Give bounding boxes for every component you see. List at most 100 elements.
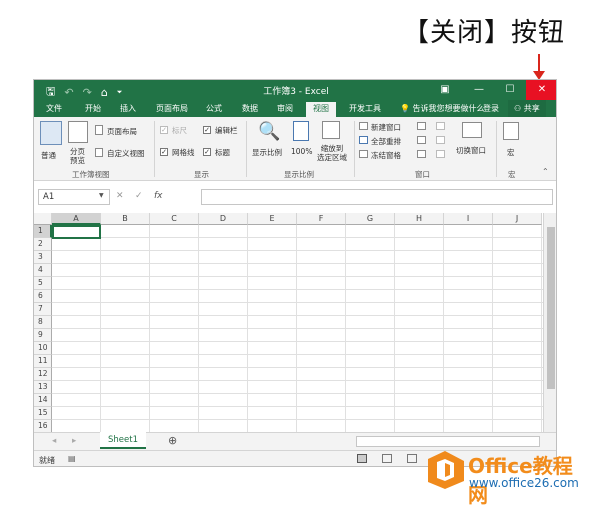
tab-file[interactable]: 文件	[46, 103, 62, 114]
ruler-checkbox[interactable]: ✓	[160, 126, 168, 134]
close-button-callout: 【关闭】按钮	[403, 18, 566, 48]
maximize-button[interactable]: ☐	[495, 80, 525, 100]
grid-row-line	[52, 341, 543, 342]
arrange-icon	[359, 136, 368, 144]
share-button[interactable]: ⚇ 共享	[508, 100, 546, 117]
minimize-button[interactable]: —	[464, 80, 494, 100]
column-header-f[interactable]: F	[297, 213, 346, 225]
group-separator	[496, 121, 497, 177]
page-break-status-icon[interactable]	[407, 454, 417, 463]
column-header-c[interactable]: C	[150, 213, 199, 225]
freeze-icon	[359, 150, 368, 158]
sign-in-link[interactable]: 登录	[483, 103, 499, 114]
magnifier-icon: 🔍	[258, 121, 281, 142]
tab-review[interactable]: 审阅	[277, 103, 293, 114]
row-header-14[interactable]: 14	[34, 394, 52, 407]
row-header-7[interactable]: 7	[34, 303, 52, 316]
select-all-corner[interactable]	[34, 213, 52, 225]
grid-row-line	[52, 406, 543, 407]
row-header-5[interactable]: 5	[34, 277, 52, 290]
worksheet-grid[interactable]: A B C D E F G H I J 1 2 3 4 5 6 7 8 9 10 11 12 13 14 15 16	[34, 213, 543, 433]
headings-checkbox[interactable]: ✓	[203, 148, 211, 156]
column-header-a[interactable]: A	[52, 213, 101, 225]
sync-scroll-icon[interactable]	[436, 136, 445, 144]
macro-record-icon[interactable]: ▤	[68, 454, 76, 463]
grid-row-line	[52, 354, 543, 355]
grid-row-line	[52, 380, 543, 381]
normal-view-status-icon[interactable]	[357, 454, 367, 463]
grid-row-line	[52, 419, 543, 420]
formula-bar-label: 编辑栏	[215, 126, 238, 135]
tab-insert[interactable]: 插入	[120, 103, 136, 114]
collapse-ribbon-icon[interactable]: ⌃	[542, 167, 549, 176]
row-header-6[interactable]: 6	[34, 290, 52, 303]
vertical-scrollbar[interactable]	[543, 213, 556, 432]
chevron-down-icon[interactable]: ▼	[99, 192, 104, 199]
row-header-12[interactable]: 12	[34, 368, 52, 381]
prev-sheet-icon[interactable]: ◂	[52, 436, 56, 446]
column-header-h[interactable]: H	[395, 213, 444, 225]
tell-me-search[interactable]: 💡 告诉我您想要做什么	[400, 103, 485, 114]
row-header-10[interactable]: 10	[34, 342, 52, 355]
cancel-icon[interactable]: ✕	[116, 191, 124, 201]
column-header-i[interactable]: I	[444, 213, 493, 225]
grid-row-line	[52, 289, 543, 290]
formula-bar: A1 ▼ ✕ ✓ fx	[34, 186, 556, 208]
row-header-3[interactable]: 3	[34, 251, 52, 264]
hide-icon[interactable]	[417, 136, 426, 144]
formula-bar-checkbox[interactable]: ✓	[203, 126, 211, 134]
tab-data[interactable]: 数据	[242, 103, 258, 114]
group-label-zoom: 显示比例	[284, 170, 314, 179]
row-header-1[interactable]: 1	[34, 225, 52, 238]
close-button[interactable]: ✕	[526, 80, 556, 100]
grid-row-line	[52, 393, 543, 394]
reset-position-icon[interactable]	[436, 150, 445, 158]
unhide-icon[interactable]	[417, 150, 426, 158]
group-label-show: 显示	[194, 170, 209, 179]
row-header-4[interactable]: 4	[34, 264, 52, 277]
ruler-label: 标尺	[172, 126, 187, 135]
column-header-j[interactable]: J	[493, 213, 542, 225]
ribbon-view: 普通 分页 预览 页面布局 自定义视图 工作簿视图 ✓ 标尺 ✓ 编辑栏 ✓ 网…	[34, 117, 556, 181]
column-header-e[interactable]: E	[248, 213, 297, 225]
enter-icon[interactable]: ✓	[135, 191, 143, 201]
column-header-d[interactable]: D	[199, 213, 248, 225]
gridlines-checkbox[interactable]: ✓	[160, 148, 168, 156]
new-window-icon	[359, 122, 368, 130]
tab-page-layout[interactable]: 页面布局	[156, 103, 188, 114]
active-cell-a1[interactable]	[52, 225, 101, 239]
page-layout-status-icon[interactable]	[382, 454, 392, 463]
column-header-b[interactable]: B	[101, 213, 150, 225]
formula-input[interactable]	[201, 189, 553, 205]
gridlines-label: 网格线	[172, 148, 195, 157]
tab-formulas[interactable]: 公式	[206, 103, 222, 114]
add-sheet-icon[interactable]: ⊕	[168, 434, 177, 447]
page-break-icon	[68, 121, 88, 143]
group-separator	[354, 121, 355, 177]
next-sheet-icon[interactable]: ▸	[72, 436, 76, 446]
grid-row-line	[52, 276, 543, 277]
row-header-13[interactable]: 13	[34, 381, 52, 394]
scroll-thumb[interactable]	[547, 227, 555, 389]
tab-home[interactable]: 开始	[85, 103, 101, 114]
view-side-by-side-icon[interactable]	[436, 122, 445, 130]
row-header-8[interactable]: 8	[34, 316, 52, 329]
normal-view-icon	[40, 121, 62, 145]
group-separator	[154, 121, 155, 177]
row-header-15[interactable]: 15	[34, 407, 52, 420]
tab-view[interactable]: 视图	[306, 102, 336, 117]
excel-window: 🖫 ↶ ↷ ⌂ ⏷ 工作簿3 - Excel ▣ — ☐ ✕ 文件 开始 插入 …	[33, 79, 557, 467]
row-header-2[interactable]: 2	[34, 238, 52, 251]
tab-developer[interactable]: 开发工具	[349, 103, 381, 114]
macro-icon	[503, 122, 519, 140]
insert-function-icon[interactable]: fx	[154, 191, 163, 201]
split-icon[interactable]	[417, 122, 426, 130]
lightbulb-icon: 💡	[400, 104, 410, 113]
row-header-9[interactable]: 9	[34, 329, 52, 342]
row-header-11[interactable]: 11	[34, 355, 52, 368]
ribbon-display-options-button[interactable]: ▣	[430, 80, 460, 100]
page-layout-icon	[95, 125, 103, 135]
column-header-g[interactable]: G	[346, 213, 395, 225]
group-separator	[246, 121, 247, 177]
sheet-tab-sheet1[interactable]: Sheet1	[100, 432, 146, 449]
